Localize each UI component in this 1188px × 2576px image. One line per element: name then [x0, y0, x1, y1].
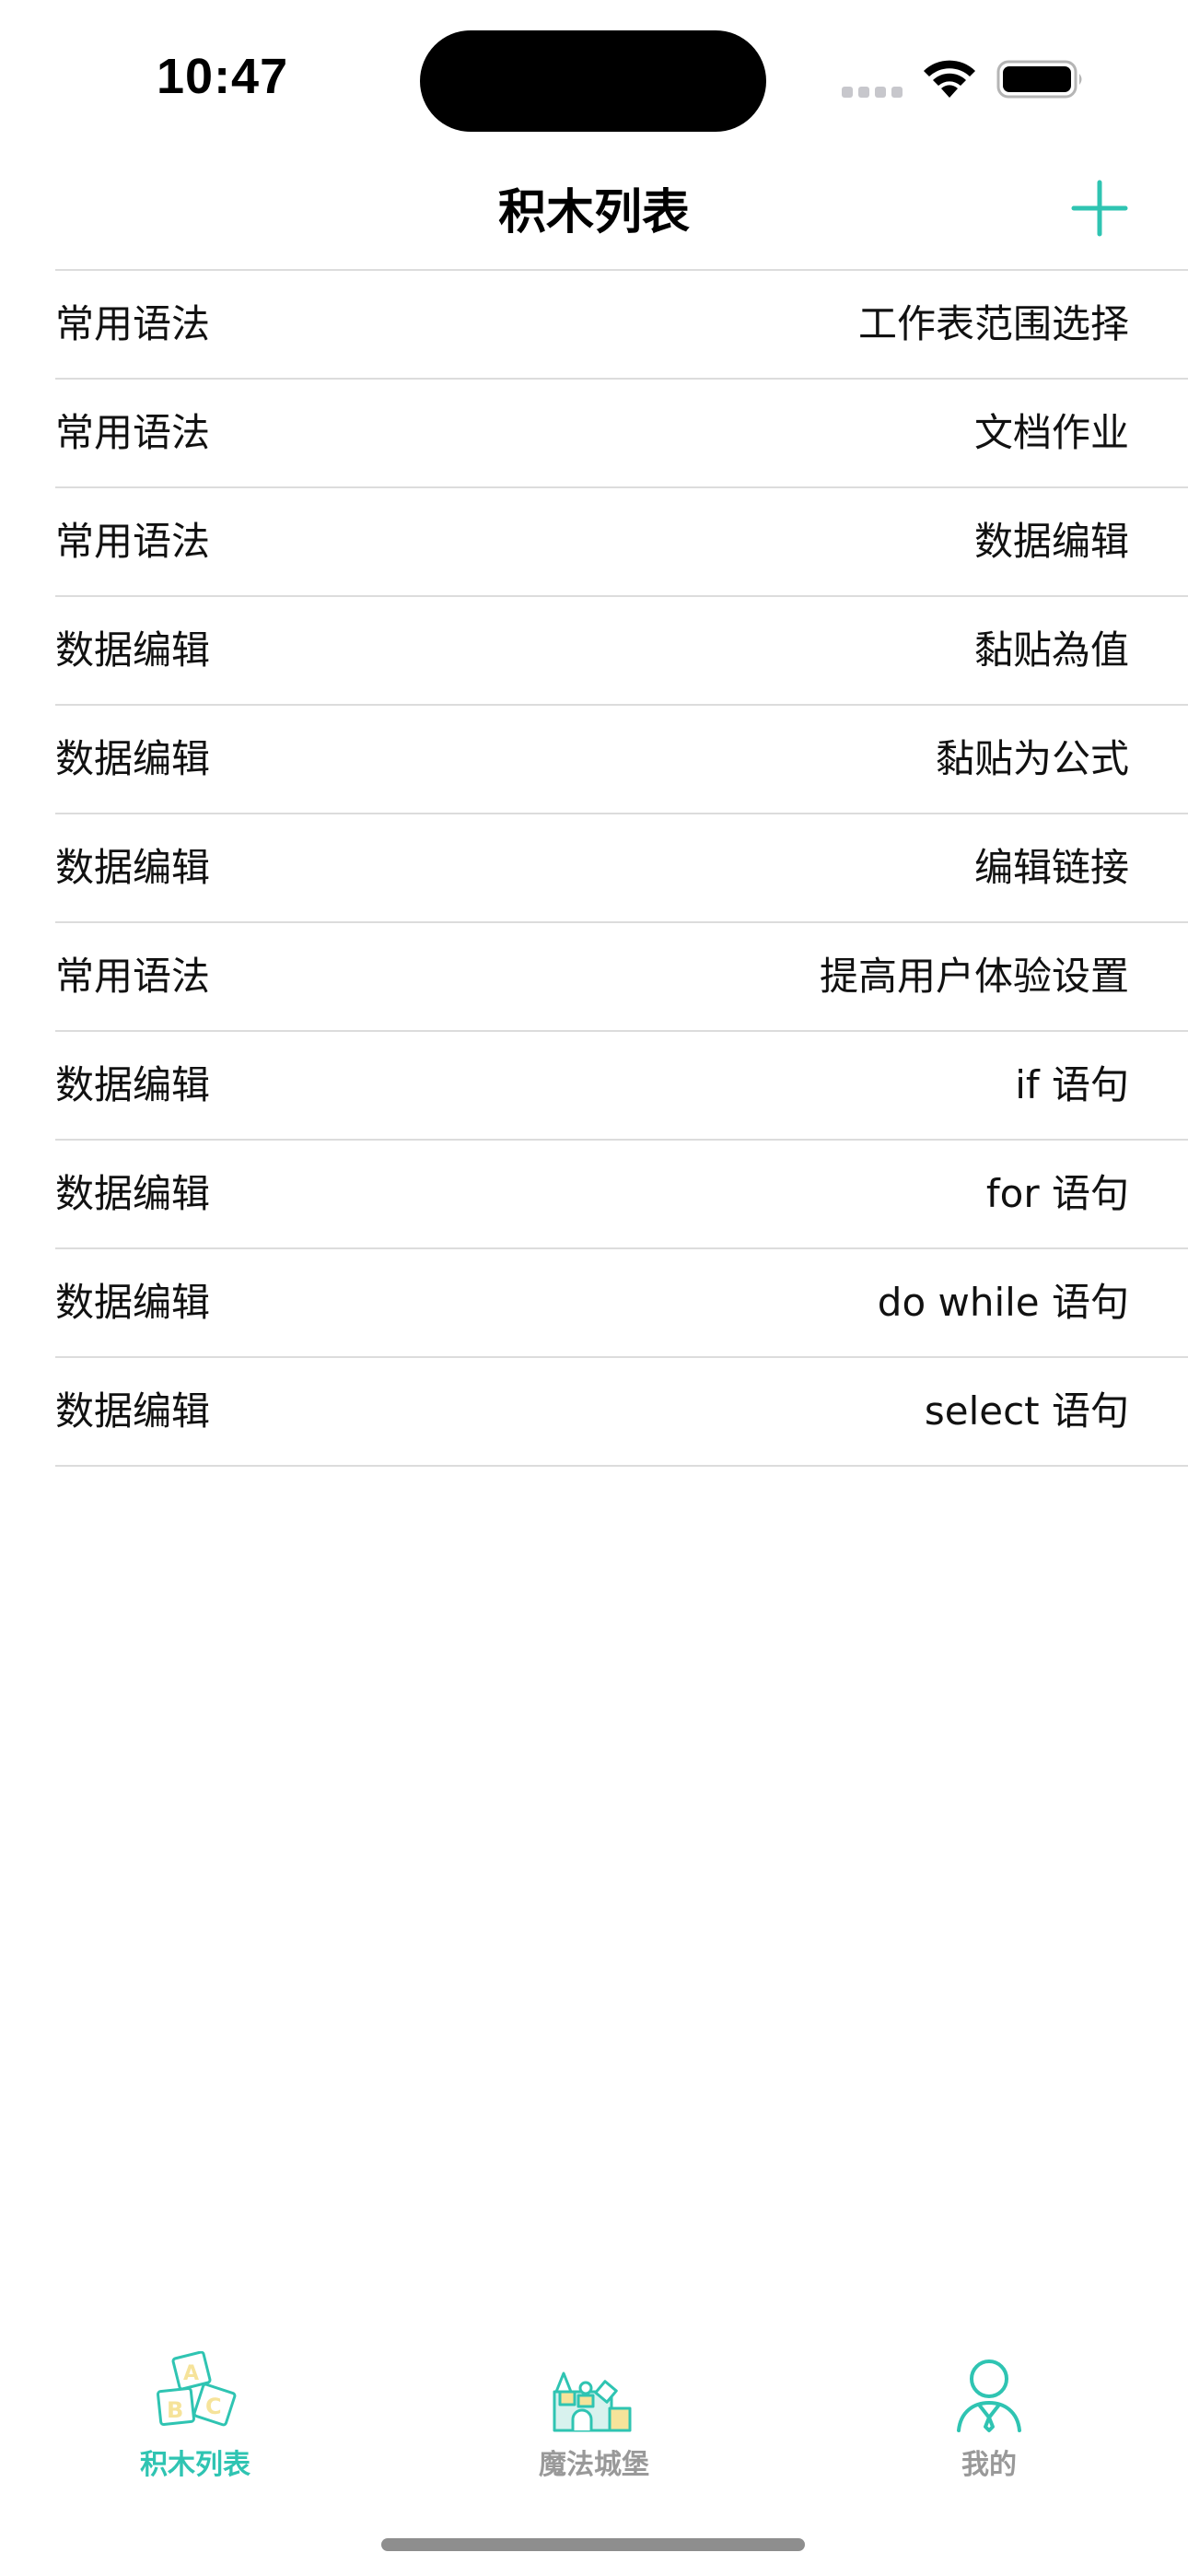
item-name: 提高用户体验设置: [819, 954, 1129, 999]
item-category: 数据编辑: [55, 1388, 211, 1434]
item-name: 工作表范围选择: [857, 301, 1129, 346]
home-indicator[interactable]: [381, 2538, 805, 2551]
item-category: 常用语法: [55, 301, 211, 346]
list-item[interactable]: 数据编辑 黏贴為值: [55, 595, 1188, 704]
item-category: 数据编辑: [55, 1171, 211, 1216]
item-name: 黏贴为公式: [935, 736, 1129, 781]
item-category: 常用语法: [55, 410, 211, 455]
list-item[interactable]: 数据编辑 for 语句: [55, 1139, 1188, 1247]
item-name: 编辑链接: [973, 845, 1129, 890]
item-category: 数据编辑: [55, 1280, 211, 1325]
item-category: 数据编辑: [55, 736, 211, 781]
list-item[interactable]: 常用语法 提高用户体验设置: [55, 921, 1188, 1030]
tab-label: 魔法城堡: [539, 2449, 649, 2481]
list-item[interactable]: 常用语法 数据编辑: [55, 486, 1188, 595]
svg-text:B: B: [167, 2397, 183, 2423]
item-category: 常用语法: [55, 954, 211, 999]
cellular-signal-icon: [842, 87, 904, 98]
wifi-icon: [924, 60, 975, 98]
tab-label: 我的: [961, 2449, 1017, 2481]
battery-icon: [996, 60, 1082, 99]
svg-text:A: A: [183, 2362, 199, 2385]
svg-text:C: C: [205, 2394, 222, 2419]
item-name: for 语句: [985, 1171, 1129, 1216]
item-category: 数据编辑: [55, 627, 211, 673]
item-name: 数据编辑: [973, 519, 1129, 564]
tab-label: 积木列表: [140, 2449, 250, 2481]
list-item[interactable]: 常用语法 文档作业: [55, 378, 1188, 486]
user-icon: [957, 2359, 1021, 2432]
list-item[interactable]: 数据编辑 select 语句: [55, 1356, 1188, 1467]
list-item[interactable]: 数据编辑 编辑链接: [55, 813, 1188, 921]
item-name: 文档作业: [973, 410, 1129, 455]
plus-icon: [1071, 180, 1128, 237]
tab-magic-castle[interactable]: 魔法城堡: [474, 2340, 714, 2488]
tab-block-list[interactable]: A B C 积木列表: [76, 2340, 315, 2488]
abc-blocks-icon: A B C: [157, 2351, 237, 2427]
item-category: 数据编辑: [55, 1062, 211, 1107]
list-item[interactable]: 数据编辑 黏贴为公式: [55, 704, 1188, 813]
nav-bar: 积木列表: [0, 147, 1188, 269]
item-name: select 语句: [924, 1388, 1129, 1434]
status-time: 10:47: [157, 49, 289, 104]
item-category: 常用语法: [55, 519, 211, 564]
castle-icon: [553, 2371, 632, 2432]
tab-mine[interactable]: 我的: [869, 2340, 1109, 2488]
item-category: 数据编辑: [55, 845, 211, 890]
page-title: 积木列表: [497, 185, 690, 240]
item-name: do while 语句: [877, 1280, 1129, 1325]
block-list: 常用语法 工作表范围选择 常用语法 文档作业 常用语法 数据编辑 数据编辑 黏贴…: [55, 269, 1188, 1467]
list-item[interactable]: 数据编辑 if 语句: [55, 1030, 1188, 1139]
tab-bar: A B C 积木列表 魔法城堡 我的: [0, 2340, 1188, 2506]
list-item[interactable]: 常用语法 工作表范围选择: [55, 269, 1188, 378]
list-item[interactable]: 数据编辑 do while 语句: [55, 1247, 1188, 1356]
add-button[interactable]: [1068, 177, 1131, 240]
item-name: if 语句: [1015, 1062, 1129, 1107]
dynamic-island: [420, 30, 766, 132]
status-bar: 10:47: [0, 0, 1188, 138]
item-name: 黏贴為值: [973, 627, 1129, 673]
